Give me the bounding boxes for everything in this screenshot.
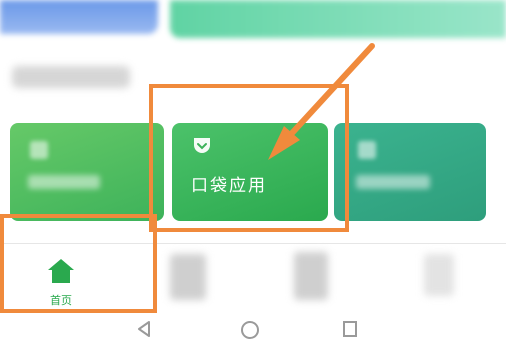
annotation-arrow-icon	[268, 43, 375, 160]
